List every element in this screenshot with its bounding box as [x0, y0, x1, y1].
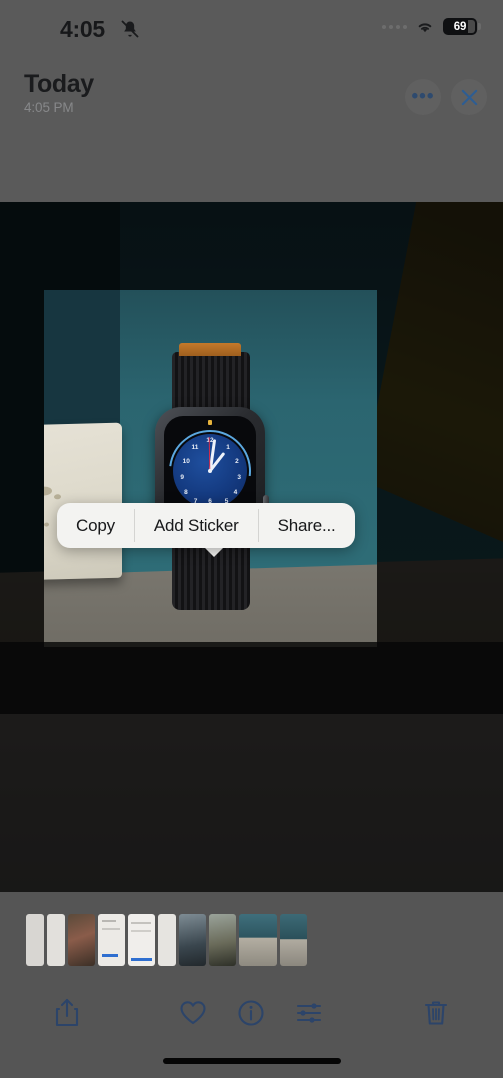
- status-bar-indicators: 69: [382, 18, 481, 35]
- ellipsis-icon: •••: [411, 86, 435, 107]
- page-title: Today: [24, 70, 94, 98]
- status-bar-time: 4:05: [60, 16, 105, 42]
- thumb-doc-4[interactable]: [128, 914, 155, 966]
- page-subtitle: 4:05 PM: [24, 100, 74, 115]
- thumb-photo-4[interactable]: [239, 914, 277, 966]
- photo-nav-header: Today 4:05 PM •••: [0, 56, 503, 202]
- cellular-dots-icon: [382, 24, 407, 29]
- more-options-button[interactable]: •••: [405, 79, 441, 115]
- info-button[interactable]: [226, 988, 276, 1038]
- menu-item-share[interactable]: Share...: [259, 503, 355, 548]
- watch-band-top: [172, 352, 250, 414]
- close-x-icon: [461, 89, 477, 105]
- lifted-subject-region[interactable]: 12 1 2 3 4 5 6 7 8 9 10 11: [44, 290, 377, 647]
- wifi-icon: [418, 22, 432, 32]
- edit-button[interactable]: [284, 988, 334, 1038]
- menu-item-add-sticker[interactable]: Add Sticker: [135, 503, 258, 548]
- bottom-bar: [0, 892, 503, 1078]
- watch-status-dot: [208, 420, 212, 425]
- battery-icon: 69: [443, 18, 481, 35]
- thumb-doc-3[interactable]: [98, 914, 125, 966]
- delete-button[interactable]: [411, 988, 461, 1038]
- subject-scene: 12 1 2 3 4 5 6 7 8 9 10 11: [44, 290, 377, 647]
- share-button[interactable]: [42, 988, 92, 1038]
- thumb-doc-1[interactable]: [26, 914, 44, 966]
- thumb-photo-2[interactable]: [179, 914, 206, 966]
- share-icon: [55, 998, 79, 1027]
- photo-toolbar: [0, 988, 503, 1046]
- subject-context-menu[interactable]: Copy Add Sticker Share...: [57, 503, 355, 548]
- thumb-photo-5[interactable]: [280, 914, 307, 966]
- photo-viewer[interactable]: 12 1 2 3 4 5 6 7 8 9 10 11 Copy Add Stic…: [0, 202, 503, 892]
- heart-icon: [180, 1001, 206, 1025]
- favorite-button[interactable]: [168, 988, 218, 1038]
- photo-filmstrip[interactable]: [0, 908, 503, 972]
- watch-dial: 12 1 2 3 4 5 6 7 8 9 10 11: [173, 434, 247, 508]
- menu-item-copy[interactable]: Copy: [57, 503, 134, 548]
- phone-screen: 4:05 69 Today 4:05 PM ••• 12 1 2 3 4 5 6…: [0, 0, 503, 1078]
- home-indicator-bar: [162, 1058, 341, 1064]
- watch-band-tab: [179, 343, 241, 356]
- thumb-photo-3[interactable]: [209, 914, 236, 966]
- thumb-photo-1[interactable]: [68, 914, 95, 966]
- status-bar: 4:05 69: [0, 0, 503, 56]
- bell-slash-icon: [121, 20, 139, 38]
- adjustments-sliders-icon: [296, 1003, 322, 1023]
- trash-icon: [424, 1001, 448, 1025]
- battery-percent-label: 69: [453, 20, 467, 33]
- thumb-doc-2[interactable]: [47, 914, 65, 966]
- info-circle-icon: [238, 1000, 264, 1026]
- white-box-object: [44, 422, 122, 581]
- thumb-doc-5[interactable]: [158, 914, 176, 966]
- close-button[interactable]: [451, 79, 487, 115]
